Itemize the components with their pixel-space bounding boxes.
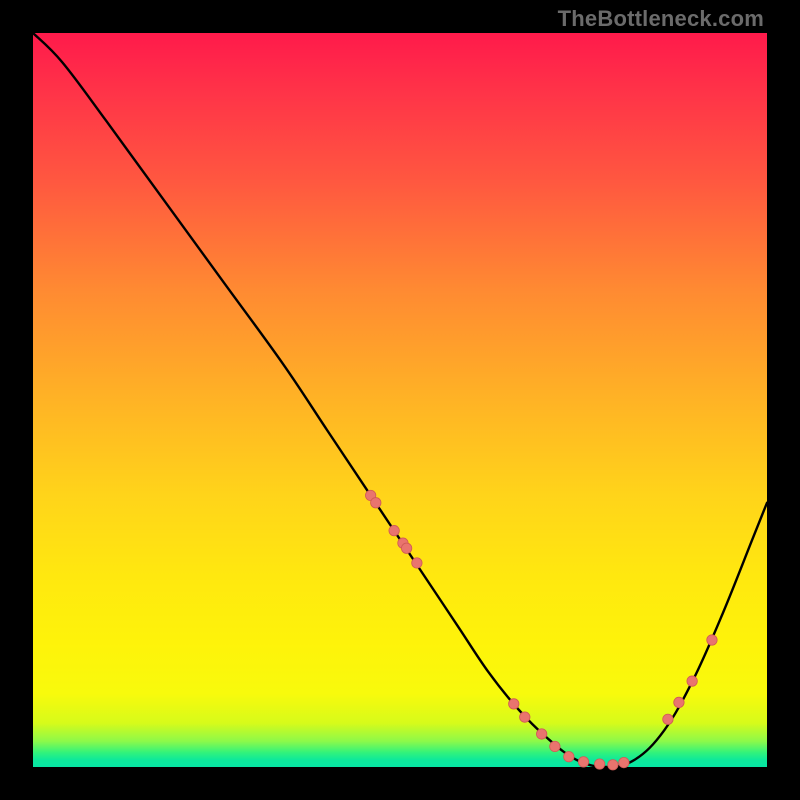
bottleneck-curve — [33, 33, 767, 767]
data-marker — [401, 543, 411, 553]
data-marker — [536, 729, 546, 739]
plot-area — [33, 33, 767, 767]
data-marker — [674, 697, 684, 707]
data-marker — [412, 558, 422, 568]
data-marker — [389, 525, 399, 535]
data-marker — [509, 699, 519, 709]
data-marker — [520, 712, 530, 722]
data-marker — [687, 676, 697, 686]
data-marker — [594, 759, 604, 769]
chart-frame: TheBottleneck.com — [0, 0, 800, 800]
data-marker — [371, 498, 381, 508]
data-marker — [550, 741, 560, 751]
data-marker — [663, 714, 673, 724]
curve-layer — [33, 33, 767, 767]
attribution-text: TheBottleneck.com — [558, 6, 764, 32]
data-marker — [608, 760, 618, 770]
data-marker — [707, 635, 717, 645]
data-marker — [564, 752, 574, 762]
data-marker — [619, 757, 629, 767]
data-marker — [578, 757, 588, 767]
